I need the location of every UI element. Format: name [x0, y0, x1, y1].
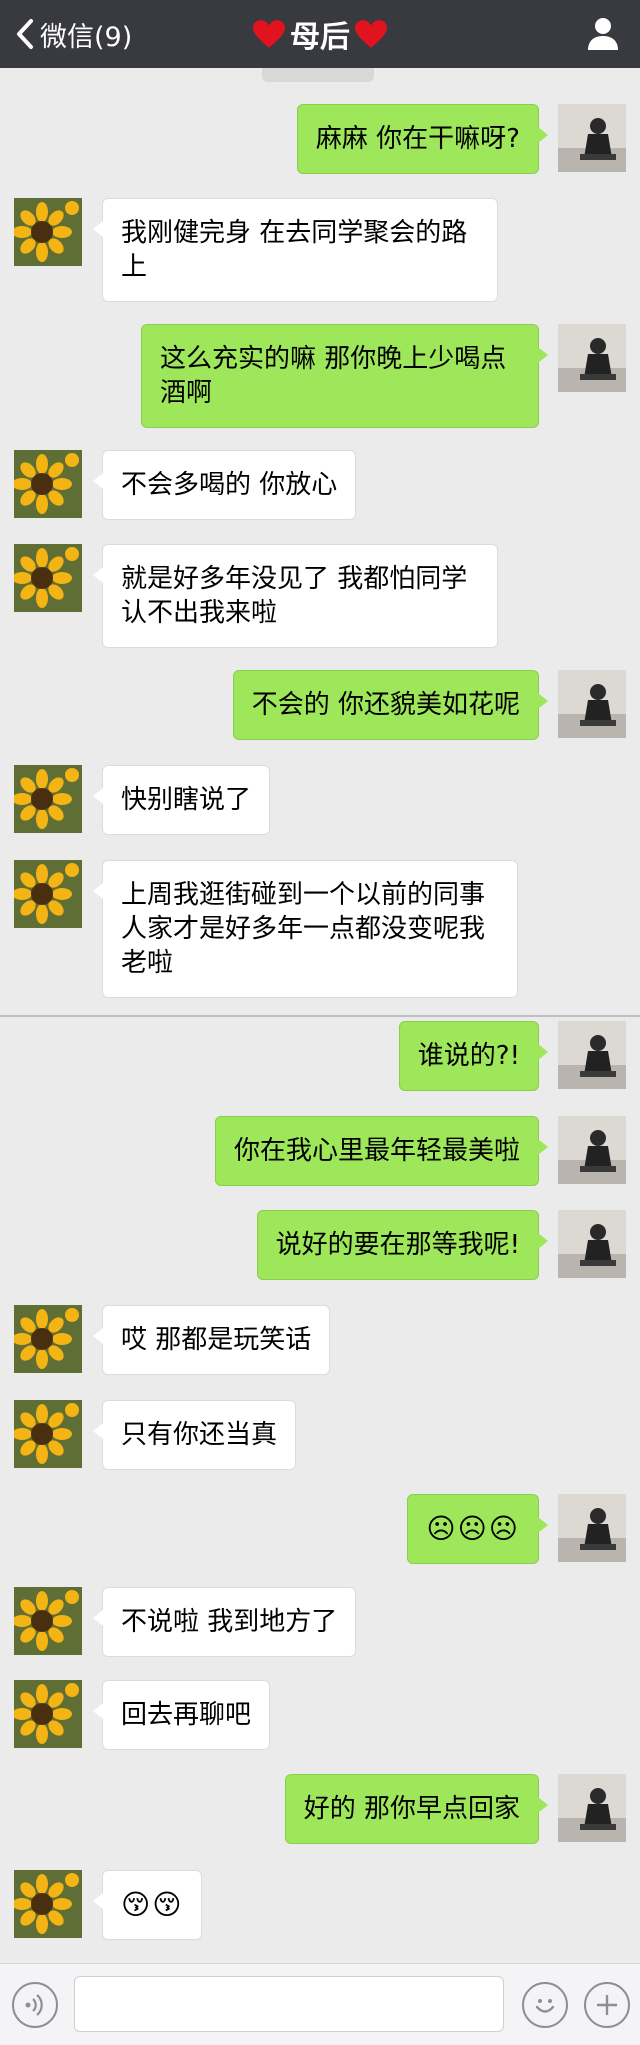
received-message[interactable]: 回去再聊吧: [92, 1680, 271, 1750]
more-button[interactable]: [584, 1982, 630, 2028]
received-message[interactable]: 哎 那都是玩笑话: [92, 1305, 331, 1375]
person-photo-icon: [558, 1774, 626, 1842]
sunflower-icon: [14, 198, 82, 266]
smiley-icon: [535, 1999, 555, 2013]
sunflower-icon: [14, 450, 82, 518]
navigation-bar: 微信(9) 母后: [0, 0, 640, 68]
avatar[interactable]: [558, 1210, 626, 1278]
avatar[interactable]: [14, 765, 82, 833]
avatar[interactable]: [14, 1400, 82, 1468]
person-photo-icon: [558, 104, 626, 172]
avatar[interactable]: [14, 544, 82, 612]
sent-message[interactable]: ☹☹☹: [407, 1494, 548, 1564]
person-photo-icon: [558, 670, 626, 738]
chat-title: 母后: [0, 14, 640, 55]
voice-button[interactable]: [12, 1982, 58, 2028]
sent-message[interactable]: 不会的 你还貌美如花呢: [232, 670, 549, 740]
avatar[interactable]: [558, 1774, 626, 1842]
message-input[interactable]: [74, 1976, 504, 2032]
avatar[interactable]: [14, 1587, 82, 1655]
received-message[interactable]: 我刚健完身 在去同学聚会的路上: [93, 198, 498, 302]
timestamp-pill: [262, 68, 374, 82]
sunflower-icon: [14, 765, 82, 833]
sunflower-icon: [14, 1400, 82, 1468]
sunflower-icon: [14, 1870, 82, 1938]
sent-message[interactable]: 你在我心里最年轻最美啦: [214, 1116, 549, 1186]
sunflower-icon: [14, 544, 82, 612]
avatar[interactable]: [14, 860, 82, 928]
person-photo-icon: [558, 1210, 626, 1278]
sent-message[interactable]: 这么充实的嘛 那你晚上少喝点酒啊: [141, 324, 548, 428]
person-photo-icon: [558, 324, 626, 392]
received-message[interactable]: 上周我逛街碰到一个以前的同事人家才是好多年一点都没变呢我老啦: [93, 860, 518, 998]
avatar[interactable]: [558, 1116, 626, 1184]
heart-icon: [253, 20, 285, 48]
voice-icon: [25, 1994, 43, 2016]
avatar[interactable]: [14, 1870, 82, 1938]
person-photo-icon: [558, 1021, 626, 1089]
avatar[interactable]: [14, 450, 82, 518]
sent-message[interactable]: 好的 那你早点回家: [284, 1774, 549, 1844]
sunflower-icon: [14, 1305, 82, 1373]
avatar[interactable]: [558, 670, 626, 738]
avatar[interactable]: [558, 104, 626, 172]
received-message[interactable]: 不说啦 我到地方了: [92, 1587, 357, 1657]
person-photo-icon: [558, 1116, 626, 1184]
avatar[interactable]: [558, 324, 626, 392]
avatar[interactable]: [558, 1021, 626, 1089]
avatar[interactable]: [14, 198, 82, 266]
received-message[interactable]: 😚😚: [92, 1870, 203, 1940]
sent-message[interactable]: 谁说的?!: [398, 1021, 549, 1091]
sunflower-icon: [14, 1680, 82, 1748]
divider: [0, 1015, 640, 1017]
received-message[interactable]: 就是好多年没见了 我都怕同学认不出我来啦: [93, 544, 498, 648]
received-message[interactable]: 快别瞎说了: [92, 765, 271, 835]
received-message[interactable]: 只有你还当真: [92, 1400, 297, 1470]
received-message[interactable]: 不会多喝的 你放心: [92, 450, 357, 520]
chat-title-text: 母后: [290, 20, 350, 55]
input-bar: [0, 1963, 640, 2045]
avatar[interactable]: [14, 1305, 82, 1373]
sunflower-icon: [14, 860, 82, 928]
emoji-button[interactable]: [522, 1982, 568, 2028]
heart-icon: [355, 20, 387, 48]
sent-message[interactable]: 说好的要在那等我呢!: [256, 1210, 549, 1280]
person-photo-icon: [558, 1494, 626, 1562]
avatar[interactable]: [558, 1494, 626, 1562]
sunflower-icon: [14, 1587, 82, 1655]
sent-message[interactable]: 麻麻 你在干嘛呀?: [296, 104, 549, 174]
avatar[interactable]: [14, 1680, 82, 1748]
plus-icon: [597, 1995, 617, 2015]
person-icon[interactable]: [584, 14, 622, 52]
